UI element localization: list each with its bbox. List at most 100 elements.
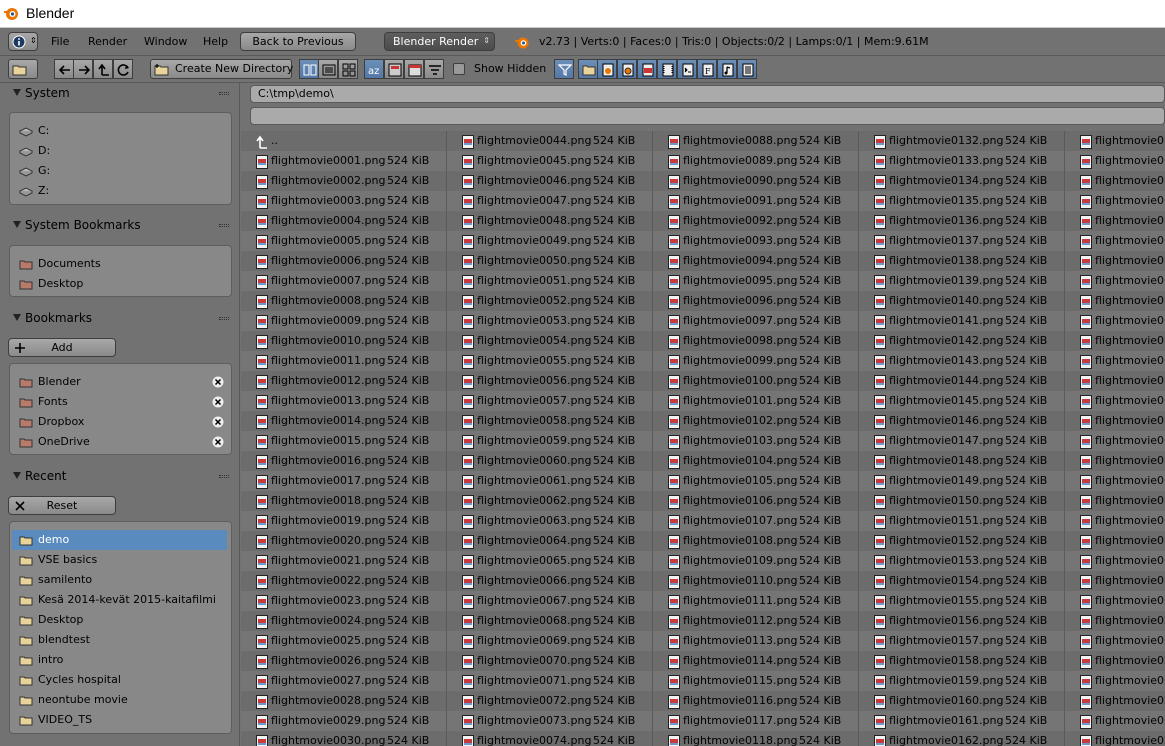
file-item[interactable]: flightmovie0090.png 524 KiB (653, 171, 859, 191)
filter-sounds-button[interactable] (717, 59, 737, 79)
file-item[interactable]: flightmovie0017.png 524 KiB (241, 471, 447, 491)
file-item[interactable]: flightmovie0004.png 524 KiB (241, 211, 447, 231)
file-item[interactable]: flightmovie0109.png 524 KiB (653, 551, 859, 571)
file-item[interactable]: flightmovie01524 KiB (1065, 211, 1165, 231)
file-item[interactable]: flightmovie0144.png 524 KiB (859, 371, 1065, 391)
file-item[interactable]: flightmovie0073.png 524 KiB (447, 711, 653, 731)
file-item[interactable]: flightmovie0105.png 524 KiB (653, 471, 859, 491)
file-item[interactable]: flightmovie0155.png 524 KiB (859, 591, 1065, 611)
file-item[interactable]: flightmovie0118.png 524 KiB (653, 731, 859, 746)
file-item[interactable]: .. (241, 131, 447, 151)
sort-size-button[interactable] (424, 59, 444, 79)
file-item[interactable]: flightmovie0138.png 524 KiB (859, 251, 1065, 271)
file-item[interactable]: flightmovie0014.png 524 KiB (241, 411, 447, 431)
file-item[interactable]: flightmovie0132.png 524 KiB (859, 131, 1065, 151)
file-item[interactable]: flightmovie0136.png 524 KiB (859, 211, 1065, 231)
menu-help[interactable]: Help (203, 34, 228, 50)
file-item[interactable]: flightmovie0148.png 524 KiB (859, 451, 1065, 471)
filter-blend-button[interactable] (597, 59, 617, 79)
panel-header-bookmarks[interactable]: Bookmarks (0, 308, 240, 328)
forward-button[interactable] (73, 59, 93, 79)
file-item[interactable]: flightmovie01524 KiB (1065, 351, 1165, 371)
filter-fonts-button[interactable]: F (697, 59, 717, 79)
list-item[interactable]: Cycles hospital (10, 670, 229, 690)
reset-recent-button[interactable]: Reset (8, 496, 116, 515)
file-item[interactable]: flightmovie0098.png 524 KiB (653, 331, 859, 351)
file-item[interactable]: flightmovie0154.png 524 KiB (859, 571, 1065, 591)
file-item[interactable]: flightmovie02524 KiB (1065, 651, 1165, 671)
file-item[interactable]: flightmovie02524 KiB (1065, 591, 1165, 611)
file-item[interactable]: flightmovie0141.png 524 KiB (859, 311, 1065, 331)
list-item[interactable]: Documents (10, 254, 229, 274)
list-item[interactable]: Fonts (10, 392, 229, 412)
file-item[interactable]: flightmovie0139.png 524 KiB (859, 271, 1065, 291)
file-item[interactable]: flightmovie0018.png 524 KiB (241, 491, 447, 511)
file-item[interactable]: flightmovie01524 KiB (1065, 251, 1165, 271)
file-item[interactable]: flightmovie0137.png 524 KiB (859, 231, 1065, 251)
file-item[interactable]: flightmovie0044.png 524 KiB (447, 131, 653, 151)
file-item[interactable]: flightmovie0056.png 524 KiB (447, 371, 653, 391)
drag-grip-icon[interactable] (219, 317, 229, 320)
file-item[interactable]: flightmovie0010.png 524 KiB (241, 331, 447, 351)
file-item[interactable]: flightmovie0140.png 524 KiB (859, 291, 1065, 311)
filter-movies-button[interactable] (657, 59, 677, 79)
file-item[interactable]: flightmovie0048.png 524 KiB (447, 211, 653, 231)
file-item[interactable]: flightmovie0045.png 524 KiB (447, 151, 653, 171)
create-new-directory-button[interactable]: Create New Directory (150, 59, 293, 79)
file-item[interactable]: flightmovie0115.png 524 KiB (653, 671, 859, 691)
render-engine-select[interactable]: Blender Render ⇕ (384, 32, 495, 51)
file-item[interactable]: flightmovie0111.png 524 KiB (653, 591, 859, 611)
file-item[interactable]: flightmovie02524 KiB (1065, 611, 1165, 631)
menu-window[interactable]: Window (144, 34, 187, 50)
file-item[interactable]: flightmovie0151.png 524 KiB (859, 511, 1065, 531)
file-item[interactable]: flightmovie0067.png 524 KiB (447, 591, 653, 611)
file-item[interactable]: flightmovie0156.png 524 KiB (859, 611, 1065, 631)
file-item[interactable]: flightmovie0113.png 524 KiB (653, 631, 859, 651)
file-item[interactable]: flightmovie02524 KiB (1065, 631, 1165, 651)
file-item[interactable]: flightmovie0023.png 524 KiB (241, 591, 447, 611)
file-item[interactable]: flightmovie0062.png 524 KiB (447, 491, 653, 511)
file-item[interactable]: flightmovie0021.png 524 KiB (241, 551, 447, 571)
file-item[interactable]: flightmovie0002.png 524 KiB (241, 171, 447, 191)
file-item[interactable]: flightmovie02524 KiB (1065, 691, 1165, 711)
filter-button[interactable] (554, 59, 574, 79)
file-item[interactable]: flightmovie0011.png 524 KiB (241, 351, 447, 371)
file-item[interactable]: flightmovie0025.png 524 KiB (241, 631, 447, 651)
list-item[interactable]: Desktop (10, 610, 229, 630)
list-item[interactable]: Z: (10, 181, 229, 201)
list-item[interactable]: C: (10, 121, 229, 141)
file-item[interactable]: flightmovie0091.png 524 KiB (653, 191, 859, 211)
file-item[interactable]: flightmovie01524 KiB (1065, 311, 1165, 331)
list-item-selected[interactable]: demo (12, 530, 227, 550)
file-item[interactable]: flightmovie0049.png 524 KiB (447, 231, 653, 251)
file-item[interactable]: flightmovie0110.png 524 KiB (653, 571, 859, 591)
file-item[interactable]: flightmovie0060.png 524 KiB (447, 451, 653, 471)
file-item[interactable]: flightmovie0150.png 524 KiB (859, 491, 1065, 511)
file-item[interactable]: flightmovie0134.png 524 KiB (859, 171, 1065, 191)
file-item[interactable]: flightmovie01524 KiB (1065, 371, 1165, 391)
file-item[interactable]: flightmovie01524 KiB (1065, 551, 1165, 571)
file-item[interactable]: flightmovie0094.png 524 KiB (653, 251, 859, 271)
file-item[interactable]: flightmovie0143.png 524 KiB (859, 351, 1065, 371)
file-item[interactable]: flightmovie0092.png 524 KiB (653, 211, 859, 231)
file-item[interactable]: flightmovie0101.png 524 KiB (653, 391, 859, 411)
file-item[interactable]: flightmovie0030.png 524 KiB (241, 731, 447, 746)
show-hidden-checkbox[interactable] (453, 63, 465, 75)
file-item[interactable]: flightmovie0029.png 524 KiB (241, 711, 447, 731)
back-to-previous-button[interactable]: Back to Previous (240, 32, 356, 51)
file-item[interactable]: flightmovie02524 KiB (1065, 731, 1165, 746)
list-item[interactable]: Dropbox (10, 412, 229, 432)
file-item[interactable]: flightmovie0099.png 524 KiB (653, 351, 859, 371)
drag-grip-icon[interactable] (219, 475, 229, 478)
menu-file[interactable]: File (51, 34, 69, 50)
drag-grip-icon[interactable] (219, 92, 229, 95)
file-item[interactable]: flightmovie0016.png 524 KiB (241, 451, 447, 471)
file-item[interactable]: flightmovie0052.png 524 KiB (447, 291, 653, 311)
file-item[interactable]: flightmovie0028.png 524 KiB (241, 691, 447, 711)
editor-type-button[interactable]: ⇕ (8, 32, 38, 51)
list-item[interactable]: Kesä 2014-kevät 2015-kaitafilmi (10, 590, 229, 610)
list-item[interactable]: D: (10, 141, 229, 161)
file-item[interactable]: flightmovie0051.png 524 KiB (447, 271, 653, 291)
file-item[interactable]: flightmovie0005.png 524 KiB (241, 231, 447, 251)
list-item[interactable]: VSE basics (10, 550, 229, 570)
